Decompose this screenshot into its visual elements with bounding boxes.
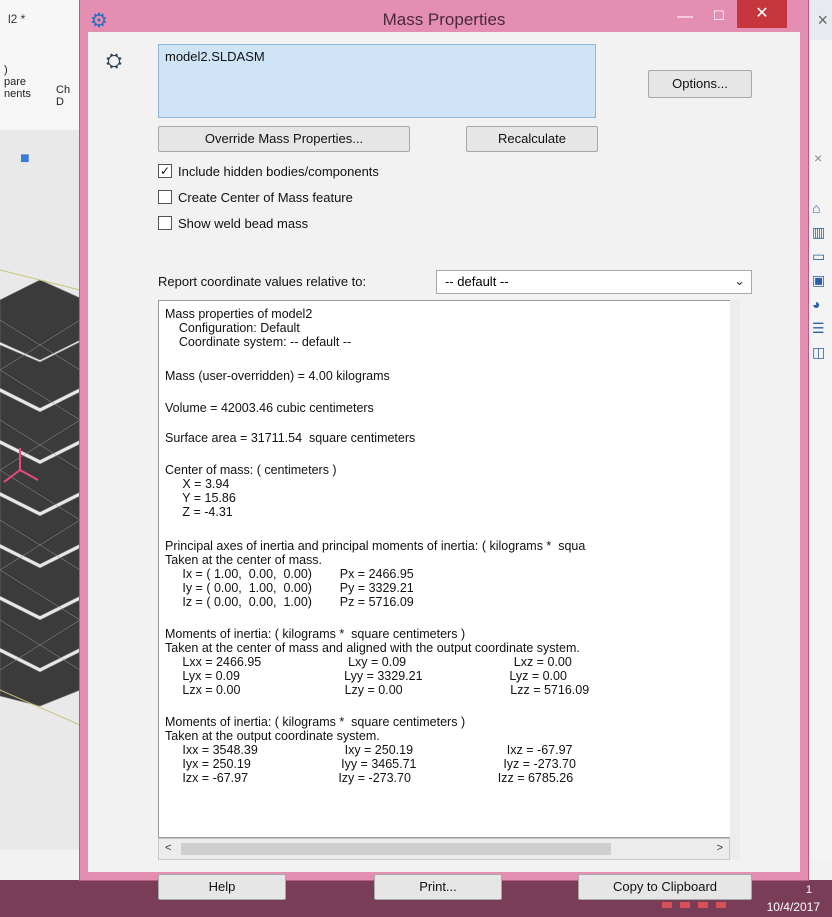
appearance-icon[interactable]: ◕ (812, 296, 828, 312)
results-line: Coordinate system: -- default -- (165, 335, 352, 349)
results-line: Lzx = 0.00 Lzy = 0.00 Lzz = 5716.09 (165, 683, 590, 697)
results-line: Surface area = 31711.54 square centimete… (165, 431, 416, 445)
help-button[interactable]: Help (158, 874, 286, 900)
results-line: X = 3.94 (165, 477, 230, 491)
ribbon-label-check[interactable]: Ch D (56, 84, 70, 108)
taskbar-badge: 1 (805, 884, 812, 896)
results-line: Iyx = 250.19 Iyy = 3465.71 Iyz = -273.70 (165, 757, 576, 771)
scroll-left-icon[interactable]: < (165, 842, 171, 854)
coordinate-system-value: -- default -- (445, 274, 509, 289)
results-line: Mass (user-overridden) = 4.00 kilograms (165, 369, 390, 383)
horizontal-scrollbar[interactable]: < > (158, 838, 730, 860)
results-line: Iz = ( 0.00, 0.00, 1.00) Pz = 5716.09 (165, 595, 414, 609)
folder-icon[interactable]: ▭ (812, 248, 828, 264)
view-palette-icon[interactable]: ▣ (812, 272, 828, 288)
tray-icons[interactable] (662, 902, 732, 908)
results-line: Izx = -67.97 Izy = -273.70 Izz = 6785.26 (165, 771, 574, 785)
results-text-area[interactable]: Mass properties of model2 Configuration:… (158, 300, 732, 838)
results-line: Taken at the center of mass and aligned … (165, 641, 580, 655)
options-button[interactable]: Options... (648, 70, 752, 98)
report-coordinate-label: Report coordinate values relative to: (158, 274, 367, 289)
dialog-client: ⛭ model2.SLDASM Options... Override Mass… (88, 32, 800, 900)
weld-bead-checkbox[interactable] (158, 216, 172, 230)
results-line: Principal axes of inertia and principal … (165, 539, 586, 553)
chevron-down-icon[interactable]: ⌄ (734, 273, 745, 289)
model-mesh (0, 269, 80, 726)
override-mass-properties-button[interactable]: Override Mass Properties... (158, 126, 410, 152)
forum-icon[interactable]: ◫ (812, 344, 828, 360)
vertical-scrollbar[interactable] (730, 300, 740, 860)
library-icon[interactable]: ▥ (812, 224, 828, 240)
home-icon[interactable]: ⌂ (812, 200, 828, 216)
recalculate-button[interactable]: Recalculate (466, 126, 598, 152)
ribbon: ) pare nents Ch D (0, 40, 80, 131)
results-line: Configuration: Default (165, 321, 300, 335)
results-line: Volume = 42003.46 cubic centimeters (165, 401, 374, 415)
create-com-label: Create Center of Mass feature (178, 190, 353, 205)
results-line: Taken at the output coordinate system. (165, 729, 380, 743)
pane-close-icon[interactable]: × (814, 150, 822, 166)
assembly-icon: ⛭ (106, 50, 122, 72)
close-icon[interactable]: × (817, 10, 828, 31)
results-line: Lxx = 2466.95 Lxy = 0.09 Lxz = 0.00 (165, 655, 572, 669)
create-com-checkbox[interactable] (158, 190, 172, 204)
mass-properties-dialog: ⚙ Mass Properties — ☐ ✕ ⛭ model2.SLDASM … (80, 0, 808, 900)
include-hidden-checkbox[interactable]: ✓ (158, 164, 172, 178)
coordinate-system-select[interactable]: -- default -- ⌄ (436, 270, 752, 294)
copy-to-clipboard-button[interactable]: Copy to Clipboard (578, 874, 752, 900)
selected-items-list[interactable]: model2.SLDASM (158, 44, 596, 118)
document-tab[interactable]: l2 * (0, 0, 80, 40)
include-hidden-label: Include hidden bodies/components (178, 164, 379, 179)
results-line: Ix = ( 1.00, 0.00, 0.00) Px = 2466.95 (165, 567, 414, 581)
selected-item[interactable]: model2.SLDASM (165, 49, 265, 64)
results-line: Taken at the center of mass. (165, 553, 323, 567)
results-line: Moments of inertia: ( kilograms * square… (165, 715, 466, 729)
results-line: Center of mass: ( centimeters ) (165, 463, 337, 477)
results-line: Ixx = 3548.39 Ixy = 250.19 Ixz = -67.97 (165, 743, 573, 757)
graphics-area: ■ (0, 130, 80, 850)
results-line: Iy = ( 0.00, 1.00, 0.00) Py = 3329.21 (165, 581, 414, 595)
results-line: Moments of inertia: ( kilograms * square… (165, 627, 466, 641)
taskbar-date[interactable]: 10/4/2017 (767, 900, 820, 914)
task-pane: × ⌂ ▥ ▭ ▣ ◕ ☰ ◫ (807, 40, 832, 860)
scroll-thumb[interactable] (181, 843, 611, 855)
scroll-right-icon[interactable]: > (717, 842, 723, 854)
close-icon[interactable]: ✕ (737, 0, 787, 28)
minimize-icon[interactable]: — (670, 8, 700, 28)
ribbon-label-compare[interactable]: ) pare nents (4, 64, 31, 100)
results-line: Y = 15.86 (165, 491, 236, 505)
results-line: Z = -4.31 (165, 505, 233, 519)
weld-bead-label: Show weld bead mass (178, 216, 309, 231)
maximize-icon[interactable]: ☐ (704, 8, 734, 28)
print-button[interactable]: Print... (374, 874, 502, 900)
results-line: Mass properties of model2 (165, 307, 313, 321)
results-line: Lyx = 0.09 Lyy = 3329.21 Lyz = 0.00 (165, 669, 567, 683)
custom-properties-icon[interactable]: ☰ (812, 320, 828, 336)
